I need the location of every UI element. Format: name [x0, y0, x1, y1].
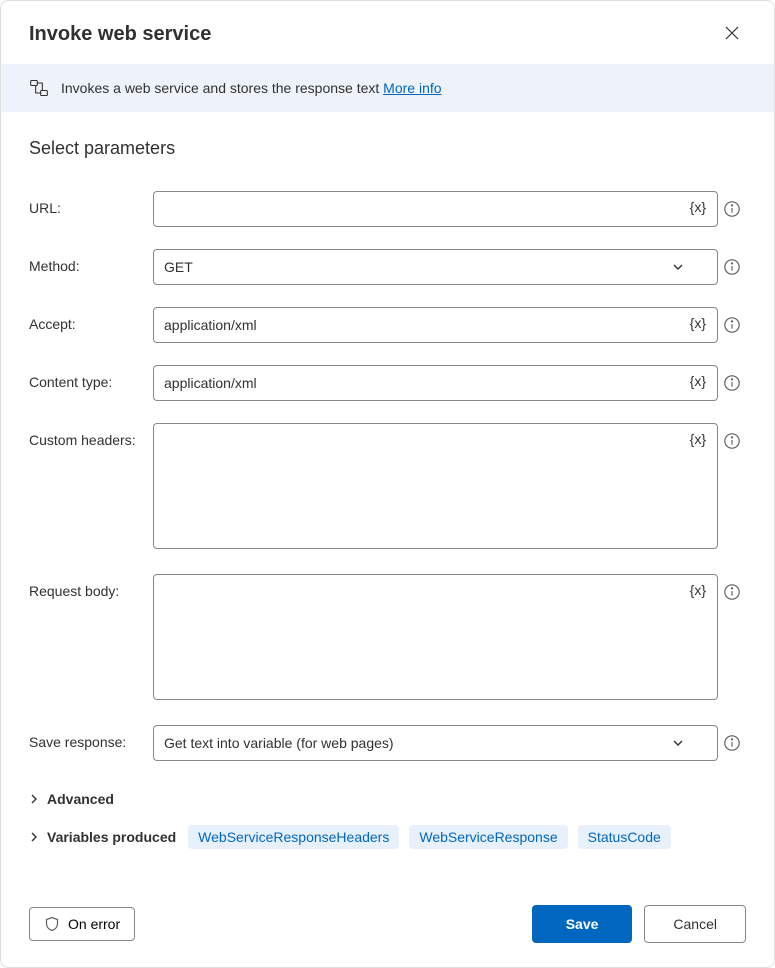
info-icon	[723, 258, 741, 276]
variable-chips: WebServiceResponseHeaders WebServiceResp…	[188, 825, 671, 849]
content-type-row: Content type: {x}	[29, 365, 746, 401]
content-type-input[interactable]	[153, 365, 718, 401]
custom-headers-input[interactable]	[153, 423, 718, 549]
request-body-row: Request body: {x}	[29, 574, 746, 703]
on-error-button[interactable]: On error	[29, 907, 135, 941]
footer-actions: Save Cancel	[532, 905, 746, 943]
request-body-info[interactable]	[718, 574, 746, 601]
dialog-header: Invoke web service	[1, 1, 774, 64]
method-info[interactable]	[718, 249, 746, 276]
accept-variable-token[interactable]: {x}	[686, 313, 710, 333]
save-response-select[interactable]: Get text into variable (for web pages)	[153, 725, 718, 761]
on-error-label: On error	[68, 916, 120, 932]
content-type-label: Content type:	[29, 365, 153, 390]
info-icon	[723, 734, 741, 752]
url-input[interactable]	[153, 191, 718, 227]
info-icon	[723, 583, 741, 601]
chevron-down-icon	[671, 736, 685, 750]
custom-headers-label: Custom headers:	[29, 423, 153, 448]
save-response-value: Get text into variable (for web pages)	[164, 735, 394, 751]
request-body-variable-token[interactable]: {x}	[686, 580, 710, 600]
custom-headers-variable-token[interactable]: {x}	[686, 429, 710, 449]
chevron-right-icon	[29, 794, 39, 804]
advanced-toggle[interactable]: Advanced	[29, 791, 746, 807]
info-icon	[723, 200, 741, 218]
method-select[interactable]: GET	[153, 249, 718, 285]
variables-produced-toggle[interactable]: Variables produced WebServiceResponseHea…	[29, 825, 746, 849]
url-row: URL: {x}	[29, 191, 746, 227]
close-button[interactable]	[718, 19, 746, 50]
parameters-section: URL: {x} Method: GET Accept:	[1, 169, 774, 761]
close-icon	[724, 25, 740, 41]
request-body-label: Request body:	[29, 574, 153, 599]
chevron-down-icon	[671, 260, 685, 274]
url-label: URL:	[29, 191, 153, 216]
section-title: Select parameters	[1, 112, 774, 169]
chevron-right-icon	[29, 832, 39, 842]
cancel-button[interactable]: Cancel	[644, 905, 746, 943]
save-response-label: Save response:	[29, 725, 153, 750]
info-description: Invokes a web service and stores the res…	[61, 80, 442, 96]
advanced-label: Advanced	[47, 791, 114, 807]
content-type-info[interactable]	[718, 365, 746, 392]
accept-input[interactable]	[153, 307, 718, 343]
variables-produced-label: Variables produced	[47, 829, 176, 845]
dialog-title: Invoke web service	[29, 23, 211, 46]
info-icon	[723, 374, 741, 392]
method-value: GET	[164, 259, 193, 275]
url-variable-token[interactable]: {x}	[686, 197, 710, 217]
shield-icon	[44, 916, 60, 932]
save-response-info[interactable]	[718, 725, 746, 752]
dialog-footer: On error Save Cancel	[1, 885, 774, 967]
save-response-row: Save response: Get text into variable (f…	[29, 725, 746, 761]
accept-label: Accept:	[29, 307, 153, 332]
web-service-icon	[29, 78, 49, 98]
url-info[interactable]	[718, 191, 746, 218]
method-label: Method:	[29, 249, 153, 274]
info-bar: Invokes a web service and stores the res…	[1, 64, 774, 112]
content-type-variable-token[interactable]: {x}	[686, 371, 710, 391]
variable-chip[interactable]: StatusCode	[578, 825, 671, 849]
save-button[interactable]: Save	[532, 905, 633, 943]
variable-chip[interactable]: WebServiceResponseHeaders	[188, 825, 399, 849]
variable-chip[interactable]: WebServiceResponse	[409, 825, 567, 849]
info-icon	[723, 316, 741, 334]
info-icon	[723, 432, 741, 450]
accept-row: Accept: {x}	[29, 307, 746, 343]
custom-headers-info[interactable]	[718, 423, 746, 450]
expandable-sections: Advanced Variables produced WebServiceRe…	[1, 761, 774, 867]
accept-info[interactable]	[718, 307, 746, 334]
request-body-input[interactable]	[153, 574, 718, 700]
more-info-link[interactable]: More info	[383, 80, 441, 96]
invoke-web-service-dialog: Invoke web service Invokes a web service…	[0, 0, 775, 968]
info-text: Invokes a web service and stores the res…	[61, 80, 379, 96]
method-row: Method: GET	[29, 249, 746, 285]
custom-headers-row: Custom headers: {x}	[29, 423, 746, 552]
